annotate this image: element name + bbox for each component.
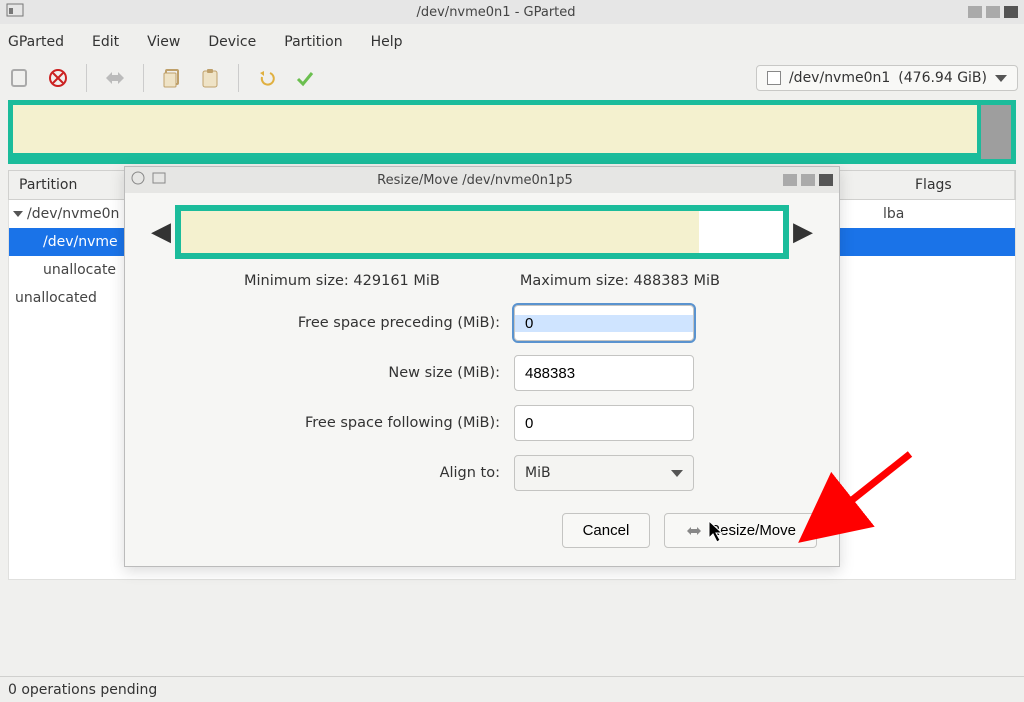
minimize-button[interactable]	[968, 6, 982, 18]
used-space	[181, 211, 699, 253]
column-flags[interactable]: Flags	[905, 171, 1015, 199]
menu-partition[interactable]: Partition	[280, 32, 346, 52]
align-select[interactable]: MiB	[514, 455, 694, 491]
chevron-down-icon	[671, 470, 683, 477]
dialog-close[interactable]	[819, 174, 833, 186]
menu-gparted[interactable]: GParted	[4, 32, 68, 52]
menu-device[interactable]: Device	[204, 32, 260, 52]
dialog-maximize[interactable]	[801, 174, 815, 186]
undo-button[interactable]	[253, 64, 281, 92]
partition-label: unallocated	[15, 290, 97, 306]
preceding-label: Free space preceding (MiB):	[270, 315, 500, 331]
main-window-titlebar: /dev/nvme0n1 - GParted	[0, 0, 1024, 24]
partition-label: /dev/nvme0n	[27, 206, 119, 222]
new-partition-button[interactable]	[6, 64, 34, 92]
preceding-input[interactable]: − +	[514, 305, 694, 341]
handle-left-icon[interactable]: ◀	[147, 217, 175, 247]
expander-icon[interactable]	[13, 211, 23, 217]
close-button[interactable]	[1004, 6, 1018, 18]
resize-move-button[interactable]: Resize/Move	[664, 513, 817, 548]
resize-visual[interactable]: ◀ ▶	[147, 205, 817, 259]
partition-map[interactable]	[8, 100, 1016, 164]
following-input[interactable]: − +	[514, 405, 694, 441]
menu-help[interactable]: Help	[367, 32, 407, 52]
dialog-title: Resize/Move /dev/nvme0n1p5	[167, 173, 783, 188]
menubar: GParted Edit View Device Partition Help	[0, 24, 1024, 60]
maximum-size-label: Maximum size: 488383 MiB	[520, 273, 720, 289]
status-text: 0 operations pending	[8, 682, 157, 698]
align-value: MiB	[525, 465, 551, 481]
dialog-minimize[interactable]	[783, 174, 797, 186]
partition-flags: lba	[883, 206, 993, 222]
resize-dialog: Resize/Move /dev/nvme0n1p5 ◀ ▶ Minimum s…	[124, 166, 840, 567]
device-size: (476.94 GiB)	[898, 70, 987, 86]
resize-button[interactable]	[101, 64, 129, 92]
dialog-titlebar: Resize/Move /dev/nvme0n1p5	[125, 167, 839, 193]
window-title: /dev/nvme0n1 - GParted	[24, 5, 968, 20]
statusbar: 0 operations pending	[0, 676, 1024, 702]
newsize-value[interactable]	[515, 365, 694, 382]
copy-button[interactable]	[158, 64, 186, 92]
toolbar-separator	[86, 64, 87, 92]
toolbar-separator	[143, 64, 144, 92]
toolbar-separator	[238, 64, 239, 92]
delete-partition-button[interactable]	[44, 64, 72, 92]
align-label: Align to:	[270, 465, 500, 481]
disk-icon	[767, 71, 781, 85]
partition-label: /dev/nvme	[13, 234, 118, 250]
newsize-input[interactable]: − +	[514, 355, 694, 391]
device-name: /dev/nvme0n1	[789, 70, 890, 86]
chevron-down-icon	[995, 75, 1007, 82]
menu-edit[interactable]: Edit	[88, 32, 123, 52]
preceding-value[interactable]	[515, 315, 694, 332]
partition-label: unallocate	[13, 262, 116, 278]
paste-button[interactable]	[196, 64, 224, 92]
menu-view[interactable]: View	[143, 32, 184, 52]
minimum-size-label: Minimum size: 429161 MiB	[244, 273, 440, 289]
device-selector[interactable]: /dev/nvme0n1 (476.94 GiB)	[756, 65, 1018, 91]
window-icon	[6, 3, 24, 21]
window-icon	[131, 171, 147, 189]
handle-right-icon[interactable]: ▶	[789, 217, 817, 247]
newsize-label: New size (MiB):	[270, 365, 500, 381]
window-controls	[968, 6, 1018, 18]
toolbar: /dev/nvme0n1 (476.94 GiB)	[0, 60, 1024, 100]
free-space	[699, 211, 783, 253]
following-label: Free space following (MiB):	[270, 415, 500, 431]
following-value[interactable]	[515, 415, 694, 432]
resize-icon	[685, 523, 703, 539]
window-icon	[151, 171, 167, 189]
maximize-button[interactable]	[986, 6, 1000, 18]
apply-button[interactable]	[291, 64, 319, 92]
cancel-button[interactable]: Cancel	[562, 513, 651, 548]
